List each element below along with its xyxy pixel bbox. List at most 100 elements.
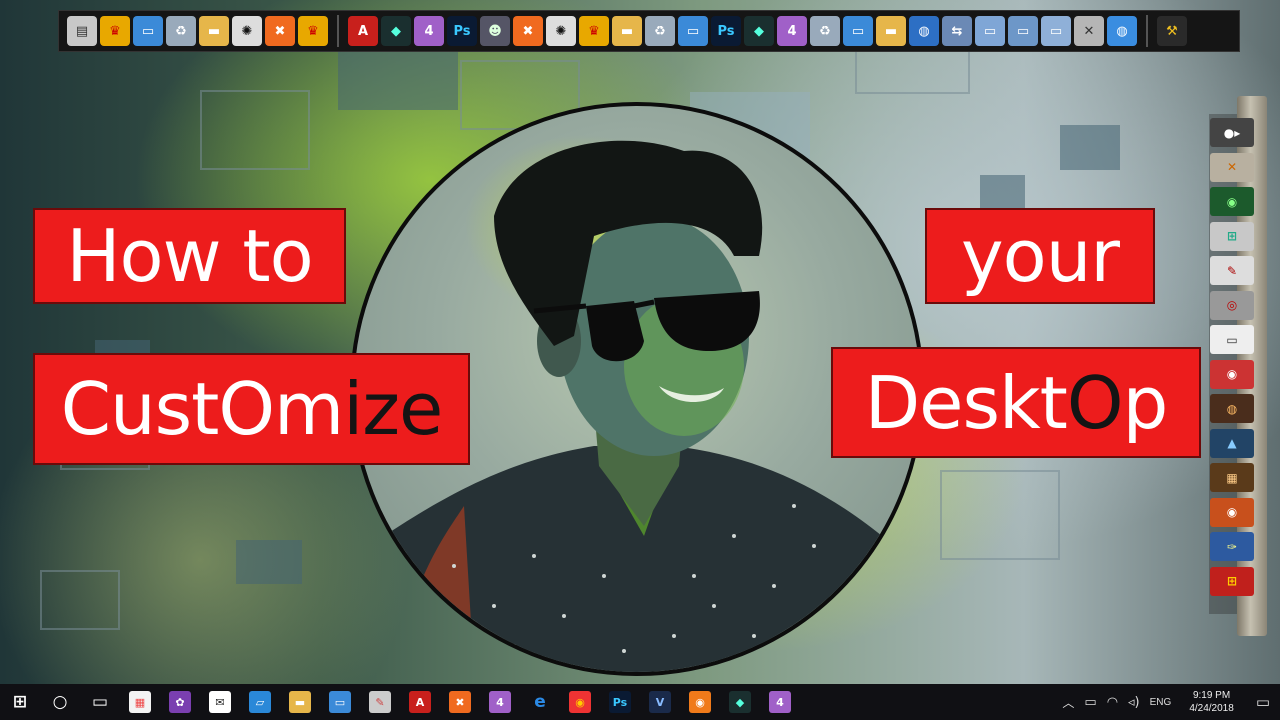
filmora-icon[interactable]: ◆ [720,684,760,720]
app-icon-c[interactable]: ♛ [579,16,609,46]
premiere-icon[interactable]: 4 [414,16,444,46]
speaker-icon[interactable]: ◍ [1210,394,1254,423]
wifi-icon[interactable]: ◠ [1107,695,1118,710]
notifications-icon[interactable]: ▭ [1256,693,1270,711]
network-icon[interactable]: ⇆ [942,16,972,46]
computer-icon[interactable]: ▭ [678,16,708,46]
tools-icon[interactable]: ✕ [1074,16,1104,46]
search-button[interactable]: ○ [40,684,80,720]
folder-blue-icon[interactable]: ▭ [1008,16,1038,46]
wallpaper-square [940,470,1060,560]
title-your-text: your [961,214,1120,298]
filmora-icon[interactable]: ◆ [381,16,411,46]
maps-icon[interactable]: ▱ [240,684,280,720]
film-reel-icon[interactable]: ✺ [232,16,262,46]
folder-docs-icon[interactable]: ▭ [1041,16,1071,46]
camera-icon[interactable]: ◉ [1210,497,1254,527]
media-player-icon[interactable]: ◉ [1210,359,1254,389]
dock-divider [1146,15,1148,47]
media-controls-icon[interactable]: ●▸ [1210,118,1254,147]
film-reel-icon[interactable]: ✺ [546,16,576,46]
windows-flag-icon[interactable]: ⊞ [1210,221,1254,251]
paint-icon[interactable]: ✎ [360,684,400,720]
wallpaper-square [1060,125,1120,170]
acrobat-icon[interactable]: A [348,16,378,46]
mail-icon[interactable]: ✉ [200,684,240,720]
photoshop-icon[interactable]: Ps [447,16,477,46]
clock[interactable]: 9:19 PM 4/24/2018 [1189,689,1234,715]
internet-globe-icon[interactable]: ◍ [1107,16,1137,46]
premiere-icon: 4 [769,691,791,713]
xampp-icon[interactable]: ✖ [513,16,543,46]
store-icon[interactable]: ▦ [120,684,160,720]
folder-open-icon[interactable]: ▭ [975,16,1005,46]
title-customize-text-a: CustOm [60,367,344,451]
folder-icon[interactable]: ▬ [612,16,642,46]
start-button[interactable]: ⊞ [0,684,40,720]
battery-icon[interactable]: ▭ [1084,695,1096,710]
xampp-icon: ✖ [449,691,471,713]
app-icon-b[interactable]: ♛ [298,16,328,46]
v-app-icon[interactable]: V [640,684,680,720]
recycle-bin-icon[interactable]: ♻ [810,16,840,46]
firefox-icon: ◉ [689,691,711,713]
acrobat-icon[interactable]: A [400,684,440,720]
title-desktop-text-a: Deskt [864,360,1068,445]
premiere-icon[interactable]: 4 [480,684,520,720]
filmora-icon[interactable]: ◆ [744,16,774,46]
picasa-icon: ✿ [169,691,191,713]
store-icon: ▦ [129,691,151,713]
chrome-icon: ◉ [569,691,591,713]
folder-icon[interactable]: ▬ [199,16,229,46]
edge-icon[interactable]: e [520,684,560,720]
premiere-icon: 4 [489,691,511,713]
tools-settings-icon[interactable]: ✕ [1210,152,1254,182]
image-viewer-icon[interactable]: ▲ [1210,428,1254,458]
windows-logo-icon[interactable]: ⊞ [1210,566,1254,596]
edge-icon: e [534,692,546,712]
photoshop-icon[interactable]: Ps [711,16,741,46]
v-app-icon: V [649,691,671,713]
film-strip-icon[interactable]: ▦ [1210,463,1254,492]
system-tray: ︿ ▭ ◠ ◃) ENG 9:19 PM 4/24/2018 ▭ [1062,684,1280,720]
wrench-icon[interactable]: ✑ [1210,532,1254,561]
window-panel-icon[interactable]: ▭ [1210,325,1254,354]
title-how-to: How to [33,208,346,304]
photoshop-icon: Ps [609,691,631,713]
disc-burn-icon[interactable]: ◎ [1210,290,1254,320]
language-indicator[interactable]: ENG [1150,697,1172,708]
photoshop-icon[interactable]: Ps [600,684,640,720]
premiere-icon[interactable]: 4 [777,16,807,46]
user-avatar-icon[interactable]: ☻ [480,16,510,46]
chrome-icon[interactable]: ◉ [560,684,600,720]
computer-icon[interactable]: ▭ [320,684,360,720]
computer-icon[interactable]: ▭ [133,16,163,46]
xampp-icon[interactable]: ✖ [265,16,295,46]
top-dock: ▤ ♛ ▭ ♻ ▬ ✺ ✖ ♛ A ◆ 4 Ps ☻ ✖ ✺ ♛ ▬ ♻ ▭ Ps ◆ 4 ♻ ▭ ▬ ◍ ⇆ ▭ ▭ ▭ ✕ ◍ ⚒ [58,10,1240,52]
dock-divider [337,15,339,47]
task-view-icon: ▭ [91,692,109,712]
premiere-icon[interactable]: 4 [760,684,800,720]
recycle-bin-icon[interactable]: ♻ [166,16,196,46]
app-icon-a[interactable]: ♛ [100,16,130,46]
show-hidden-icons-icon[interactable]: ︿ [1062,694,1074,711]
file-explorer-icon[interactable]: ▬ [280,684,320,720]
xampp-icon[interactable]: ✖ [440,684,480,720]
wallpaper-square [40,570,120,630]
volume-icon[interactable]: ◃) [1128,695,1140,710]
computer-icon[interactable]: ▭ [843,16,873,46]
firefox-icon[interactable]: ◉ [680,684,720,720]
clock-date: 4/24/2018 [1189,703,1234,714]
edit-document-icon[interactable]: ✎ [1210,256,1254,285]
picasa-icon[interactable]: ✿ [160,684,200,720]
folder-icon[interactable]: ▬ [876,16,906,46]
file-explorer-icon: ▬ [289,691,311,713]
radar-icon[interactable]: ◉ [1210,187,1254,216]
board-icon[interactable]: ▤ [67,16,97,46]
hammer-icon[interactable]: ⚒ [1157,16,1187,46]
start-icon: ⊞ [12,692,28,712]
network-globe-icon[interactable]: ◍ [909,16,939,46]
task-view-button[interactable]: ▭ [80,684,120,720]
recycle-bin-icon[interactable]: ♻ [645,16,675,46]
computer-icon: ▭ [329,691,351,713]
